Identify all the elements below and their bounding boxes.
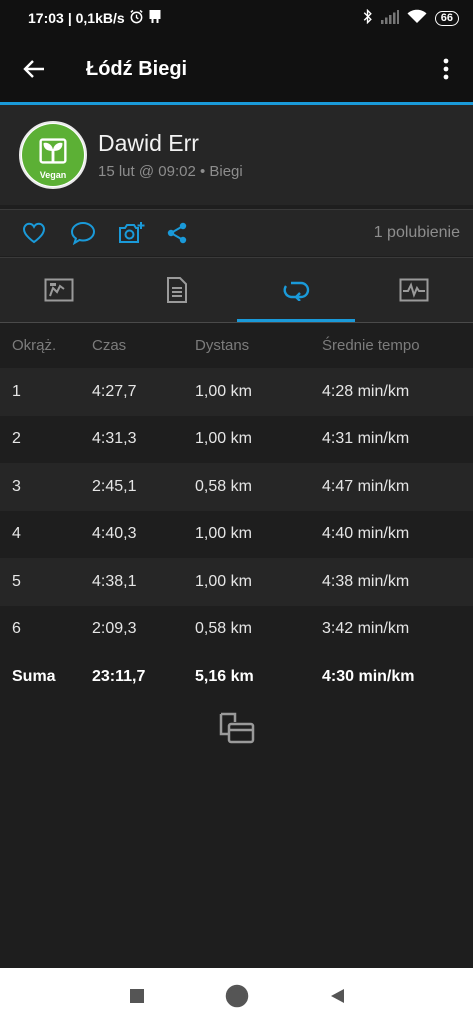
share-icon: [167, 222, 187, 244]
column-header-lap: Okrąż.: [12, 337, 57, 354]
lap-time: 2:45,1: [92, 477, 137, 495]
circle-icon: [225, 984, 248, 1008]
total-label: Suma: [12, 667, 56, 685]
battery-indicator: 66: [434, 10, 459, 26]
lap-number: 3: [12, 477, 21, 495]
more-vert-icon: [443, 58, 449, 80]
table-total-row: Suma 23:11,7 5,16 km 4:30 min/km: [0, 653, 473, 701]
table-row[interactable]: 3 2:45,1 0,58 km 4:47 min/km: [0, 463, 473, 511]
lap-time: 4:40,3: [92, 525, 137, 543]
chart-pulse-icon: [399, 278, 429, 302]
camera-plus-icon: [119, 222, 145, 243]
column-header-pace: Średnie tempo: [322, 337, 420, 354]
lap-pace: 4:40 min/km: [322, 525, 410, 543]
alarm-icon: [129, 9, 144, 27]
lap-distance: 0,58 km: [195, 477, 252, 495]
table-row[interactable]: 6 2:09,3 0,58 km 3:42 min/km: [0, 605, 473, 653]
lap-distance: 1,00 km: [195, 572, 252, 590]
lap-time: 4:38,1: [92, 572, 137, 590]
laps-loop-icon: [283, 281, 309, 301]
copy-laps-button[interactable]: [217, 710, 257, 746]
tab-charts[interactable]: [355, 258, 473, 322]
avatar-label: Vegan: [39, 170, 67, 180]
status-bar: 17:03 | 0,1kB/s 66: [0, 0, 473, 36]
square-icon: [129, 989, 144, 1003]
tab-overview[interactable]: [0, 258, 118, 322]
leaf-icon: [39, 138, 67, 164]
lap-number: 5: [12, 572, 21, 590]
wifi-icon: [407, 9, 427, 27]
add-photo-button[interactable]: [118, 210, 166, 256]
back-button[interactable]: [0, 36, 68, 102]
tab-laps[interactable]: [236, 258, 356, 322]
tab-details[interactable]: [118, 258, 236, 322]
page-title: Łódź Biegi: [86, 57, 188, 80]
lap-time: 2:09,3: [92, 620, 137, 638]
back-nav-button[interactable]: [322, 981, 352, 1011]
laps-table: Okrąż. Czas Dystans Średnie tempo 1 4:27…: [0, 323, 473, 701]
table-row[interactable]: 4 4:40,3 1,00 km 4:40 min/km: [0, 510, 473, 558]
lap-pace: 4:31 min/km: [322, 430, 410, 448]
app-bar: Łódź Biegi: [0, 36, 473, 102]
user-name[interactable]: Dawid Err: [98, 130, 243, 157]
lap-distance: 1,00 km: [195, 525, 252, 543]
likes-count[interactable]: 1 polubienie: [374, 224, 473, 242]
map-summary-icon: [44, 278, 74, 302]
total-pace: 4:30 min/km: [322, 667, 415, 685]
lap-number: 1: [12, 382, 21, 400]
total-time: 23:11,7: [92, 667, 146, 685]
recents-button[interactable]: [122, 981, 152, 1011]
table-row[interactable]: 5 4:38,1 1,00 km 4:38 min/km: [0, 558, 473, 606]
table-row[interactable]: 2 4:31,3 1,00 km 4:31 min/km: [0, 415, 473, 463]
activity-meta: 15 lut @ 09:02 • Biegi: [98, 163, 243, 180]
column-header-distance: Dystans: [195, 337, 250, 354]
lap-pace: 4:28 min/km: [322, 382, 410, 400]
column-header-time: Czas: [92, 337, 127, 354]
lap-pace: 4:38 min/km: [322, 572, 410, 590]
notification-icon: [148, 9, 162, 27]
signal-icon: [380, 9, 399, 27]
share-button[interactable]: [166, 210, 214, 256]
document-list-icon: [167, 277, 188, 303]
triangle-back-icon: [330, 989, 344, 1003]
lap-number: 6: [12, 620, 21, 638]
lap-number: 2: [12, 430, 21, 448]
lap-time: 4:31,3: [92, 430, 137, 448]
more-options-button[interactable]: [419, 36, 473, 102]
heart-icon: [22, 222, 46, 244]
comment-icon: [70, 221, 96, 245]
system-navigation-bar: [0, 968, 473, 1024]
bluetooth-icon: [363, 8, 373, 27]
avatar[interactable]: Vegan: [19, 121, 87, 189]
status-time: 17:03: [28, 10, 64, 26]
network-speed: | 0,1kB/s: [67, 10, 125, 26]
action-bar: 1 polubienie: [0, 210, 473, 256]
copy-icon: [219, 712, 255, 744]
activity-tabs: [0, 258, 473, 322]
lap-distance: 1,00 km: [195, 382, 252, 400]
lap-distance: 1,00 km: [195, 430, 252, 448]
home-button[interactable]: [222, 981, 252, 1011]
lap-number: 4: [12, 525, 21, 543]
table-header: Okrąż. Czas Dystans Średnie tempo: [0, 323, 473, 368]
comment-button[interactable]: [70, 210, 118, 256]
arrow-left-icon: [23, 60, 44, 78]
lap-time: 4:27,7: [92, 382, 137, 400]
lap-pace: 3:42 min/km: [322, 620, 410, 638]
lap-pace: 4:47 min/km: [322, 477, 410, 495]
lap-distance: 0,58 km: [195, 620, 252, 638]
total-distance: 5,16 km: [195, 667, 254, 685]
activity-header: Vegan Dawid Err 15 lut @ 09:02 • Biegi: [0, 105, 473, 205]
like-button[interactable]: [22, 210, 70, 256]
table-row[interactable]: 1 4:27,7 1,00 km 4:28 min/km: [0, 368, 473, 416]
